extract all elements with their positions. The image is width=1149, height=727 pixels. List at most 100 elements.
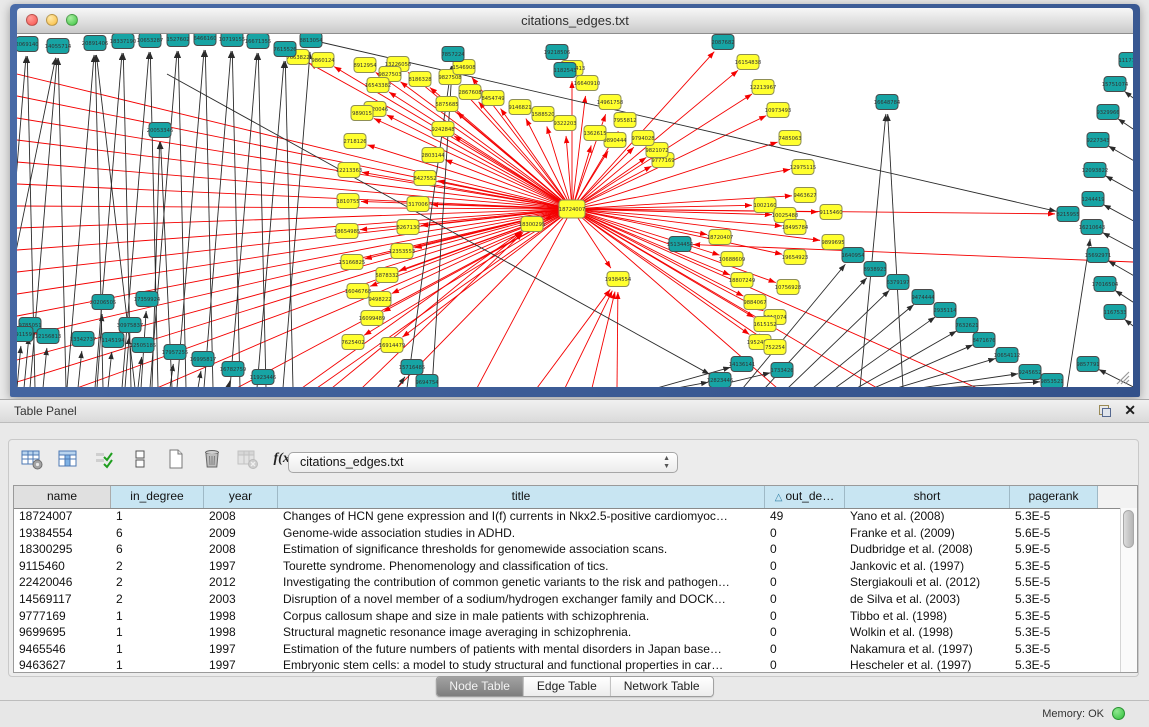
table-cell[interactable]: Changes of HCN gene expression and I(f) … [278,508,765,525]
table-cell[interactable]: 5.3E-5 [1010,624,1098,641]
table-cell[interactable]: 2 [111,574,204,591]
table-row[interactable]: 946362711997Embryonic stem cells: a mode… [14,657,1121,672]
tab-network-table[interactable]: Network Table [610,677,713,696]
table-cell[interactable]: Estimation of the future numbers of pati… [278,641,765,658]
attribute-table[interactable]: namein_degreeyeartitle△out_de…shortpager… [13,485,1138,673]
table-cell[interactable]: 0 [765,641,845,658]
table-cell[interactable]: 0 [765,608,845,625]
column-header-title[interactable]: title [278,486,765,508]
table-cell[interactable]: 5.3E-5 [1010,591,1098,608]
table-cell[interactable]: 1 [111,608,204,625]
minimize-window-icon[interactable] [46,14,58,26]
table-body[interactable]: 1872400712008Changes of HCN gene express… [14,508,1121,672]
close-panel-icon[interactable]: ✕ [1124,402,1136,419]
network-canvas[interactable]: 1872400718300295193845549777169982107297… [17,34,1133,387]
table-cell[interactable]: 19384554 [14,525,111,542]
column-header-short[interactable]: short [845,486,1010,508]
delete-column-icon[interactable] [200,447,224,471]
table-cell[interactable]: 5.3E-5 [1010,657,1098,672]
table-cell[interactable]: 5.5E-5 [1010,574,1098,591]
column-header-pagerank[interactable]: pagerank [1010,486,1098,508]
table-row[interactable]: 2242004622012Investigating the contribut… [14,574,1121,591]
memory-ok-icon[interactable] [1112,707,1125,720]
table-cell[interactable]: 9465546 [14,641,111,658]
create-column-icon[interactable] [164,447,188,471]
table-cell[interactable]: 0 [765,591,845,608]
table-cell[interactable]: 1 [111,657,204,672]
table-cell[interactable]: 18300295 [14,541,111,558]
table-cell[interactable]: Hescheler et al. (1997) [845,657,1010,672]
table-cell[interactable]: Dudbridge et al. (2008) [845,541,1010,558]
table-cell[interactable]: Wolkin et al. (1998) [845,624,1010,641]
column-header-outde[interactable]: △out_de… [765,486,845,508]
table-cell[interactable]: Jankovic et al. (1997) [845,558,1010,575]
table-cell[interactable]: 2009 [204,525,278,542]
table-cell[interactable]: 0 [765,541,845,558]
show-columns-icon[interactable] [56,447,80,471]
column-header-year[interactable]: year [204,486,278,508]
table-cell[interactable]: 1998 [204,608,278,625]
table-cell[interactable]: 6 [111,541,204,558]
zoom-window-icon[interactable] [66,14,78,26]
table-row[interactable]: 1938455462009Genome-wide association stu… [14,525,1121,542]
table-row[interactable]: 1830029562008Estimation of significance … [14,541,1121,558]
scrollbar-thumb[interactable] [1123,510,1134,548]
table-cell[interactable]: 5.6E-5 [1010,525,1098,542]
table-cell[interactable]: 2 [111,591,204,608]
table-selector-dropdown[interactable]: citations_edges.txt ▲▼ [288,452,678,473]
table-row[interactable]: 946554611997Estimation of the future num… [14,641,1121,658]
table-cell[interactable]: 1 [111,624,204,641]
float-panel-icon[interactable] [1099,405,1111,417]
table-cell[interactable]: 1 [111,641,204,658]
table-cell[interactable]: 2012 [204,574,278,591]
table-cell[interactable]: 5.9E-5 [1010,541,1098,558]
table-cell[interactable]: 22420046 [14,574,111,591]
table-cell[interactable]: 1 [111,508,204,525]
table-cell[interactable]: 0 [765,525,845,542]
table-cell[interactable]: 0 [765,574,845,591]
table-cell[interactable]: 1997 [204,641,278,658]
column-header-indegree[interactable]: in_degree [111,486,204,508]
table-cell[interactable]: Estimation of significance thresholds fo… [278,541,765,558]
table-vertical-scrollbar[interactable] [1120,508,1137,672]
table-cell[interactable]: Genome-wide association studies in ADHD. [278,525,765,542]
table-cell[interactable]: 2003 [204,591,278,608]
table-cell[interactable]: Structural magnetic resonance image aver… [278,624,765,641]
table-cell[interactable]: 9115460 [14,558,111,575]
table-cell[interactable]: 5.3E-5 [1010,508,1098,525]
column-header-name[interactable]: name [14,486,111,508]
table-cell[interactable]: Investigating the contribution of common… [278,574,765,591]
network-window[interactable]: citations_edges.txt 18724007183002951938… [10,4,1140,397]
table-row[interactable]: 1872400712008Changes of HCN gene express… [14,508,1121,525]
table-row[interactable]: 1456911722003Disruption of a novel membe… [14,591,1121,608]
table-cell[interactable]: 14569117 [14,591,111,608]
table-cell[interactable]: Stergiakouli et al. (2012) [845,574,1010,591]
table-cell[interactable]: 1997 [204,657,278,672]
table-cell[interactable]: Tourette syndrome. Phenomenology and cla… [278,558,765,575]
table-cell[interactable]: 5.3E-5 [1010,558,1098,575]
table-cell[interactable]: de Silva et al. (2003) [845,591,1010,608]
table-cell[interactable]: 18724007 [14,508,111,525]
table-cell[interactable]: 1998 [204,624,278,641]
table-row[interactable]: 977716911998Corpus callosum shape and si… [14,608,1121,625]
close-window-icon[interactable] [26,14,38,26]
table-cell[interactable]: Nakamura et al. (1997) [845,641,1010,658]
table-cell[interactable]: 1997 [204,558,278,575]
tab-edge-table[interactable]: Edge Table [523,677,610,696]
table-cell[interactable]: Franke et al. (2009) [845,525,1010,542]
table-cell[interactable]: 2008 [204,508,278,525]
table-cell[interactable]: 6 [111,525,204,542]
table-cell[interactable]: 9699695 [14,624,111,641]
table-cell[interactable]: 0 [765,558,845,575]
table-cell[interactable]: 9463627 [14,657,111,672]
table-panel-header[interactable]: Table Panel ✕ [0,400,1149,423]
table-cell[interactable]: Corpus callosum shape and size in male p… [278,608,765,625]
table-settings-icon[interactable] [20,447,44,471]
row-height-icon[interactable] [128,447,152,471]
table-cell[interactable]: 2 [111,558,204,575]
table-header-row[interactable]: namein_degreeyeartitle△out_de…shortpager… [14,486,1137,509]
canvas-resize-grip[interactable] [1117,372,1129,384]
table-cell[interactable]: Tibbo et al. (1998) [845,608,1010,625]
table-cell[interactable]: 9777169 [14,608,111,625]
table-cell[interactable]: Disruption of a novel member of a sodium… [278,591,765,608]
